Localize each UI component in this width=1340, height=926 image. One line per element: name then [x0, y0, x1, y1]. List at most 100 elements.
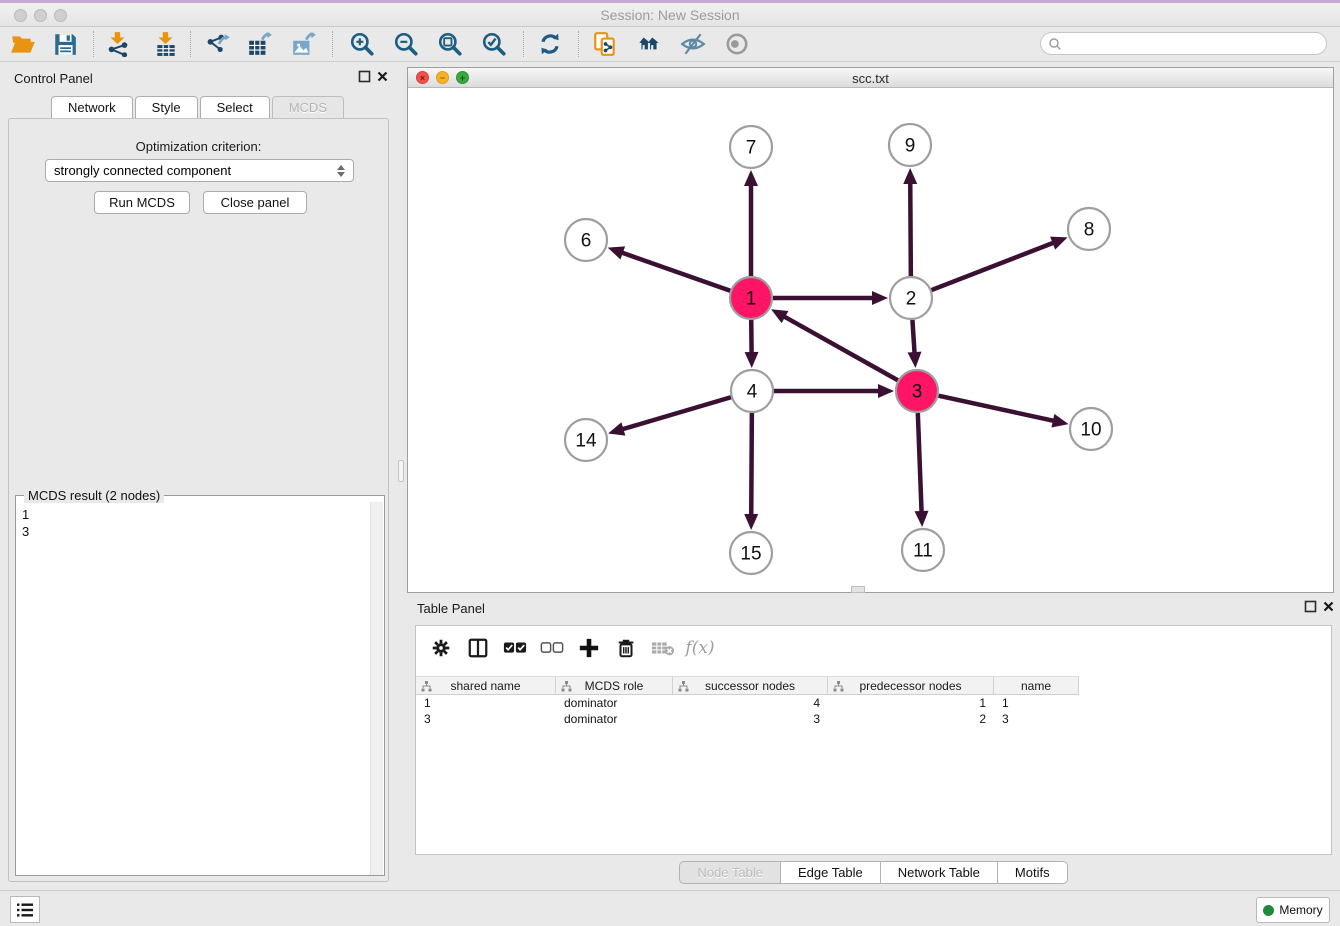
- edge-3-11[interactable]: [918, 413, 922, 513]
- save-session-icon[interactable]: [51, 30, 79, 58]
- import-network-icon[interactable]: [104, 30, 132, 58]
- toolbar-separator: [523, 31, 524, 57]
- first-neighbors-icon[interactable]: [635, 30, 663, 58]
- column-header-successor-nodes[interactable]: successor nodes: [673, 676, 828, 695]
- arrowhead-icon: [1050, 237, 1067, 250]
- criterion-select[interactable]: strongly connected component: [45, 159, 354, 182]
- svg-text:10: 10: [1080, 420, 1101, 441]
- columns-icon[interactable]: [465, 635, 491, 661]
- graph-node-4[interactable]: 4: [731, 370, 773, 412]
- add-column-icon[interactable]: [576, 635, 602, 661]
- graph-node-7[interactable]: 7: [730, 126, 772, 168]
- graph-node-9[interactable]: 9: [889, 124, 931, 166]
- delete-icon[interactable]: [613, 635, 639, 661]
- search-box[interactable]: [1040, 32, 1327, 55]
- refresh-icon[interactable]: [536, 30, 564, 58]
- zoom-in-icon[interactable]: [348, 30, 376, 58]
- status-bar: Memory: [0, 890, 1340, 926]
- table-cell[interactable]: 3: [673, 711, 828, 727]
- edge-4-14[interactable]: [621, 397, 730, 429]
- svg-text:8: 8: [1084, 220, 1095, 241]
- memory-button[interactable]: Memory: [1256, 897, 1330, 923]
- export-network-icon[interactable]: [204, 30, 232, 58]
- graph-node-11[interactable]: 11: [902, 529, 944, 571]
- edge-2-8[interactable]: [932, 242, 1055, 290]
- edge-2-3[interactable]: [912, 320, 914, 354]
- tab-mcds[interactable]: MCDS: [272, 96, 344, 118]
- table-row[interactable]: 3dominator323: [416, 711, 1331, 727]
- float-panel-icon[interactable]: [358, 70, 371, 83]
- function-builder-icon: f(x): [687, 635, 713, 661]
- result-scrollbar[interactable]: [370, 502, 383, 875]
- task-history-button[interactable]: [10, 896, 40, 923]
- tab-node-table[interactable]: Node Table: [679, 861, 781, 884]
- column-header-predecessor-nodes[interactable]: predecessor nodes: [828, 676, 994, 695]
- splitter-handle-icon[interactable]: [398, 460, 404, 482]
- tab-select[interactable]: Select: [200, 96, 270, 118]
- zoom-selected-icon[interactable]: [480, 30, 508, 58]
- tab-network-table[interactable]: Network Table: [881, 861, 998, 884]
- tab-style[interactable]: Style: [135, 96, 198, 118]
- edge-3-1[interactable]: [783, 316, 898, 380]
- table-cell[interactable]: 4: [673, 695, 828, 711]
- graph-node-8[interactable]: 8: [1068, 208, 1110, 250]
- export-image-icon[interactable]: [290, 30, 318, 58]
- column-header-shared-name[interactable]: shared name: [416, 676, 556, 695]
- gear-icon[interactable]: [428, 635, 454, 661]
- export-table-icon[interactable]: [246, 30, 274, 58]
- graph-node-14[interactable]: 14: [565, 419, 607, 461]
- search-input[interactable]: [1062, 35, 1326, 53]
- network-window-titlebar[interactable]: × − + scc.txt: [408, 68, 1333, 88]
- network-resize-handle[interactable]: [851, 586, 865, 593]
- table-cell[interactable]: 1: [416, 695, 556, 711]
- zoom-fit-icon[interactable]: [436, 30, 464, 58]
- tab-network[interactable]: Network: [51, 96, 133, 118]
- zoom-out-icon[interactable]: [392, 30, 420, 58]
- table-cell[interactable]: 1: [828, 695, 994, 711]
- table-cell[interactable]: 3: [994, 711, 1079, 727]
- svg-text:11: 11: [913, 541, 933, 562]
- result-line: 3: [22, 523, 29, 540]
- table-row[interactable]: 1dominator411: [416, 695, 1331, 711]
- arrowhead-icon: [745, 352, 759, 368]
- network-canvas[interactable]: 7 9 6 8 1 2 4 3 14 10 15 11: [408, 88, 1333, 592]
- table-cell[interactable]: 1: [994, 695, 1079, 711]
- table-cell[interactable]: 2: [828, 711, 994, 727]
- graph-node-10[interactable]: 10: [1070, 408, 1112, 450]
- graph-node-3[interactable]: 3: [896, 370, 938, 412]
- result-line: 1: [22, 506, 29, 523]
- hide-selected-icon[interactable]: [679, 30, 707, 58]
- close-table-panel-icon[interactable]: [1322, 600, 1335, 613]
- close-panel-button[interactable]: Close panel: [203, 191, 307, 214]
- import-table-icon[interactable]: [152, 30, 180, 58]
- arrowhead-icon: [872, 291, 888, 305]
- show-all-icon[interactable]: [723, 30, 751, 58]
- column-header-name[interactable]: name: [994, 676, 1079, 695]
- deselect-checkboxes-icon[interactable]: [539, 635, 565, 661]
- vertical-splitter[interactable]: [397, 62, 407, 890]
- table-panel: Table Panel: [407, 593, 1340, 890]
- table-cell[interactable]: dominator: [556, 695, 673, 711]
- close-panel-icon[interactable]: [376, 70, 389, 83]
- clone-network-icon[interactable]: [591, 30, 619, 58]
- edge-1-6[interactable]: [621, 252, 730, 290]
- float-table-panel-icon[interactable]: [1304, 600, 1317, 613]
- edge-3-10[interactable]: [938, 396, 1054, 421]
- edge-4-15[interactable]: [751, 413, 752, 516]
- graph-node-2[interactable]: 2: [890, 277, 932, 319]
- open-file-icon[interactable]: [9, 30, 37, 58]
- tab-edge-table[interactable]: Edge Table: [781, 861, 881, 884]
- graph-node-15[interactable]: 15: [730, 532, 772, 574]
- tab-motifs[interactable]: Motifs: [998, 861, 1068, 884]
- graph-node-1[interactable]: 1: [730, 277, 772, 319]
- select-all-checkboxes-icon[interactable]: [502, 635, 528, 661]
- control-panel-header: Control Panel: [0, 62, 397, 92]
- optimization-criterion-label: Optimization criterion:: [9, 139, 388, 154]
- edge-2-9[interactable]: [910, 182, 911, 276]
- table-cell[interactable]: 3: [416, 711, 556, 727]
- column-header-MCDS-role[interactable]: MCDS role: [556, 676, 673, 695]
- arrowhead-icon: [903, 168, 917, 184]
- graph-node-6[interactable]: 6: [565, 219, 607, 261]
- table-cell[interactable]: dominator: [556, 711, 673, 727]
- run-mcds-button[interactable]: Run MCDS: [94, 191, 190, 214]
